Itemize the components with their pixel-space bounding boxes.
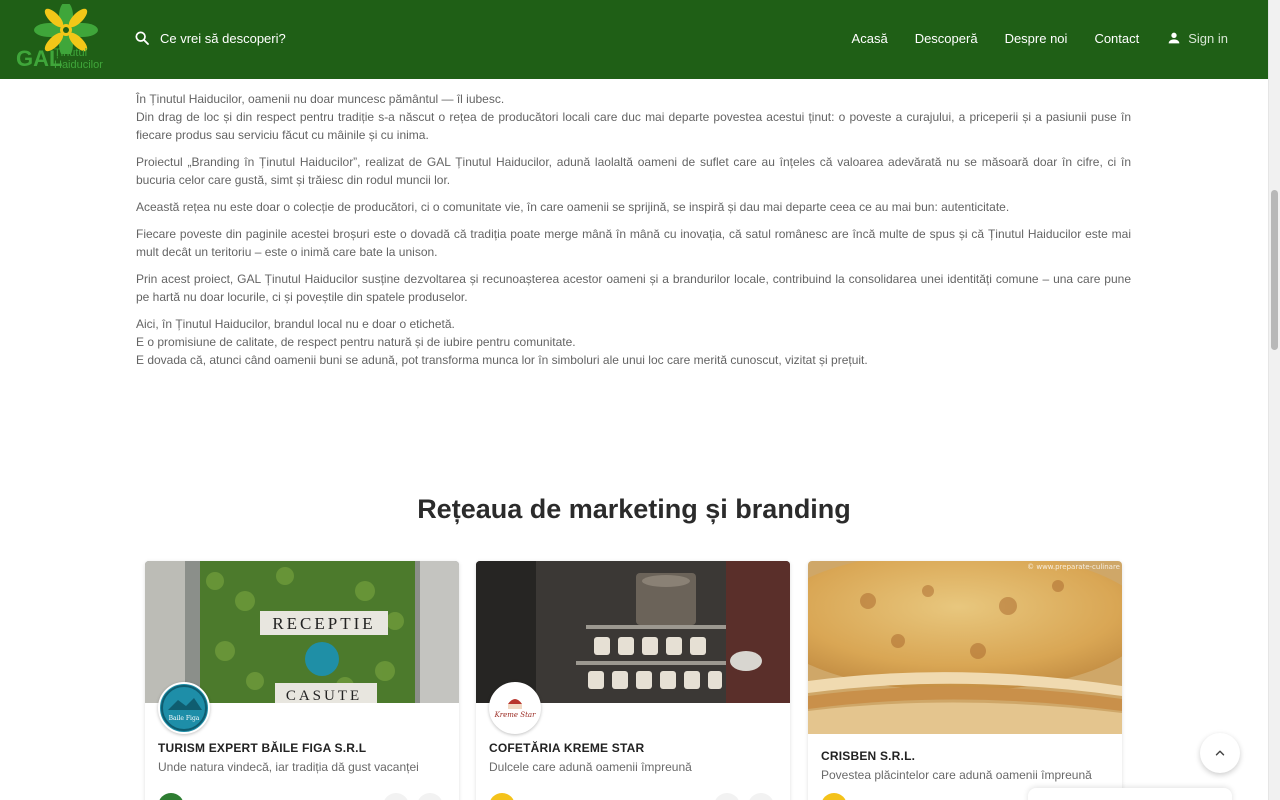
intro-paragraph-4: Fiecare poveste din paginile acestei bro… (136, 227, 1131, 259)
card-title: COFETĂRIA KREME STAR (489, 741, 645, 755)
card-image-pastry-shop (476, 561, 790, 703)
page-scrollbar[interactable] (1268, 0, 1280, 800)
nav-contact[interactable]: Contact (1094, 31, 1139, 46)
logo-subtitle-line2: Haiducilor (54, 59, 103, 71)
scroll-to-top-button[interactable] (1200, 733, 1240, 773)
category-badge-icon (489, 793, 515, 800)
logo-kreme-star-text: Kreme Star (494, 711, 537, 719)
card-subtitle: Unde natura vindecă, iar tradiția dă gus… (158, 760, 419, 774)
scrollbar-thumb[interactable] (1271, 190, 1278, 350)
section-title: Rețeaua de marketing și branding (417, 494, 851, 524)
card-image-reception: RECEPTIE CASUTE (145, 561, 459, 703)
chat-widget[interactable] (1028, 788, 1232, 800)
share-icon[interactable] (714, 793, 740, 800)
intro-text: În Ținutul Haiducilor, oamenii nu doar m… (136, 90, 1131, 378)
intro-paragraph-2: Proiectul „Branding în Ținutul Haiducilo… (136, 155, 1131, 187)
logo-baile-figa-text: Baile Figa (169, 715, 200, 722)
main-nav: Acasă Descoperă Despre noi Contact Sign … (825, 30, 1228, 46)
search-icon (135, 31, 149, 45)
business-card-kreme-star[interactable]: Kreme Star COFETĂRIA KREME STAR Dulcele … (476, 561, 790, 800)
business-card-turism-expert[interactable]: RECEPTIE CASUTE Baile Figa TURISM EXPERT… (145, 561, 459, 800)
card-subtitle: Dulcele care adună oamenii împreună (489, 760, 692, 774)
intro-paragraph-5: Prin acest proiect, GAL Ținutul Haiducil… (136, 272, 1131, 304)
card-image-pies: © www.preparate-culinare (808, 561, 1122, 734)
share-icon[interactable] (383, 793, 409, 800)
logo-subtitle-line1: Ținutul (54, 47, 88, 59)
sign-in-button[interactable]: Sign in (1166, 30, 1228, 46)
business-logo-avatar: Kreme Star (489, 682, 541, 734)
reception-sign-text: RECEPTIE (272, 614, 375, 633)
nav-despre-noi[interactable]: Despre noi (1005, 31, 1068, 46)
nav-acasa[interactable]: Acasă (852, 31, 888, 46)
search-bar[interactable]: Ce vrei să descoperi? (134, 30, 286, 46)
favorite-icon[interactable] (417, 793, 443, 800)
business-logo-avatar: Baile Figa (158, 682, 210, 734)
sign-in-label: Sign in (1188, 30, 1228, 46)
intro-paragraph-1: În Ținutul Haiducilor, oamenii nu doar m… (136, 92, 1131, 142)
search-placeholder[interactable]: Ce vrei să descoperi? (160, 31, 286, 46)
category-badge-icon (158, 793, 184, 800)
category-badge-icon (821, 793, 847, 800)
nav-descopera[interactable]: Descoperă (915, 31, 978, 46)
card-title: CRISBEN S.R.L. (821, 749, 916, 763)
favorite-icon[interactable] (748, 793, 774, 800)
business-card-crisben[interactable]: © www.preparate-culinare CRISBEN S.R.L. … (808, 561, 1122, 800)
gal-logo[interactable]: GAL Ținutul Haiducilor (14, 4, 118, 74)
intro-paragraph-6: Aici, în Ținutul Haiducilor, brandul loc… (136, 317, 868, 367)
card-subtitle: Povestea plăcintelor care adună oamenii … (821, 768, 1092, 782)
image-watermark: © www.preparate-culinare (1027, 563, 1120, 571)
intro-paragraph-3: Această rețea nu este doar o colecție de… (136, 200, 1010, 214)
user-icon (1168, 32, 1180, 44)
card-title: TURISM EXPERT BĂILE FIGA S.R.L (158, 741, 367, 755)
top-navbar: GAL Ținutul Haiducilor Ce vrei să descop… (0, 0, 1268, 79)
chevron-up-icon (1215, 750, 1225, 756)
casute-sign-text: CASUTE (286, 688, 362, 703)
